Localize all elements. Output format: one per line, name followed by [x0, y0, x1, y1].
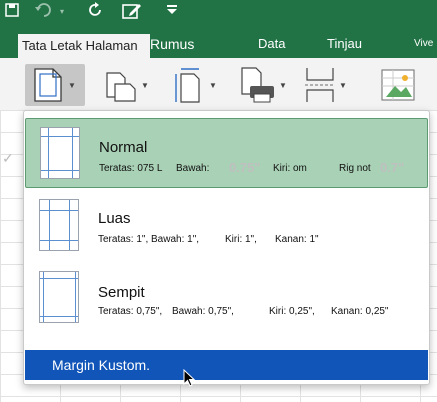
top-margin-text: Teratas: 1", [98, 234, 149, 245]
narrow-margin-icon [39, 271, 79, 323]
margins-button[interactable]: ▼ [25, 64, 85, 106]
bottom-margin-text: Bawah: [176, 163, 210, 174]
undo-icon[interactable] [34, 2, 52, 24]
left-margin-text: Kiri: 0,25", [269, 306, 315, 317]
wide-margin-icon [39, 199, 79, 251]
right-margin-text: Kanan: 1" [275, 234, 319, 245]
bottom-margin-text: Bawah: 1", [151, 234, 200, 245]
tab-data[interactable]: Data [258, 36, 285, 51]
bottom-margin-text: Bawah: 0,75", [172, 306, 234, 317]
right-margin-text: Rig not [339, 163, 371, 174]
menu-item-normal[interactable]: Normal Teratas: 075 L Bawah: 0.75" Kiri:… [25, 118, 428, 188]
normal-margin-icon [40, 127, 80, 179]
print-area-icon [238, 66, 276, 104]
bottom-margin-value: 0.75" [229, 160, 261, 175]
save-icon[interactable] [4, 2, 20, 24]
breaks-icon [304, 66, 336, 104]
background-icon [380, 67, 416, 103]
orientation-icon [104, 67, 138, 103]
tab-formulas[interactable]: Rumus [150, 36, 194, 52]
tab-view[interactable]: Vive [414, 38, 433, 49]
tab-review[interactable]: Tinjau [327, 36, 362, 51]
print-area-button[interactable]: ▼ [238, 64, 287, 106]
left-margin-text: Kiri: 1", [225, 234, 257, 245]
menu-item-title: Normal [99, 139, 148, 156]
size-button[interactable]: ▼ [172, 64, 217, 106]
top-margin-text: Teratas: 0,75", [98, 306, 163, 317]
menu-item-title: Luas [98, 210, 131, 227]
ribbon-toolbar: ▼ ▼ ▼ ▼ ▼ [0, 58, 437, 111]
ribbon-header: ▾ Tata Letak Halaman Rumus Data Tinjau V… [0, 0, 437, 58]
background-button[interactable] [380, 64, 416, 106]
breaks-button[interactable]: ▼ [304, 64, 347, 106]
menu-item-narrow[interactable]: Sempit Teratas: 0,75", Bawah: 0,75", Kir… [25, 265, 428, 341]
right-margin-text: Kanan: 0,25" [331, 306, 389, 317]
margins-icon [31, 67, 65, 103]
redo-icon[interactable] [88, 2, 104, 24]
customize-icon[interactable] [166, 2, 178, 22]
custom-margins-button[interactable]: Margin Kustom. [25, 350, 428, 380]
check-icon: ✓ [2, 150, 14, 166]
right-margin-value: 0.7" [380, 160, 405, 175]
excel-window: ▾ Tata Letak Halaman Rumus Data Tinjau V… [0, 0, 437, 402]
orientation-button[interactable]: ▼ [104, 64, 149, 106]
chevron-down-icon: ▼ [68, 80, 76, 90]
top-margin-text: Teratas: 075 L [99, 163, 163, 174]
left-margin-text: Kiri: om [273, 163, 307, 174]
tab-page-layout[interactable]: Tata Letak Halaman [18, 34, 150, 58]
chevron-down-icon: ▼ [209, 80, 217, 90]
edit-icon[interactable] [122, 2, 142, 26]
undo-dropdown-icon[interactable]: ▾ [60, 2, 64, 22]
size-icon [172, 66, 206, 104]
menu-item-title: Sempit [98, 284, 145, 301]
mouse-cursor-icon [183, 368, 197, 394]
menu-item-wide[interactable]: Luas Teratas: 1", Bawah: 1", Kiri: 1", K… [25, 193, 428, 263]
chevron-down-icon: ▼ [141, 80, 149, 90]
chevron-down-icon: ▼ [279, 80, 287, 90]
margins-menu: Normal Teratas: 075 L Bawah: 0.75" Kiri:… [23, 110, 430, 385]
chevron-down-icon: ▼ [339, 80, 347, 90]
